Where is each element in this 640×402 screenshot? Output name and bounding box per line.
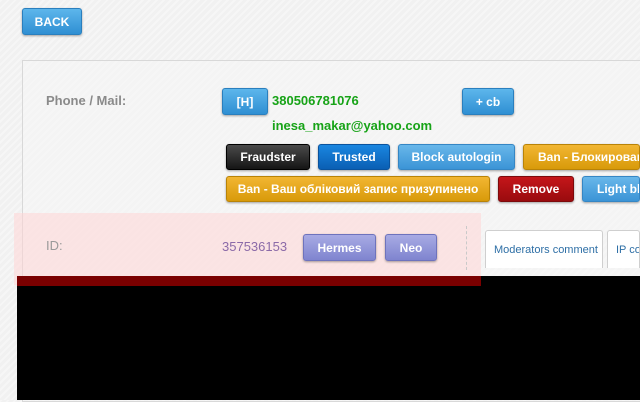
redacted-area: [17, 276, 640, 400]
h-button[interactable]: [H]: [222, 88, 268, 115]
phone-mail-label: Phone / Mail:: [46, 93, 127, 108]
back-button[interactable]: BACK: [22, 8, 82, 35]
tab-ip[interactable]: IP co: [607, 230, 640, 268]
tab-moderators-comment[interactable]: Moderators comment: [485, 230, 603, 268]
column-divider: [466, 226, 467, 270]
fraudster-button[interactable]: Fraudster: [226, 144, 310, 170]
add-cb-button[interactable]: + cb: [462, 88, 514, 115]
hermes-button[interactable]: Hermes: [303, 234, 376, 261]
id-value: 357536153: [222, 239, 288, 254]
phone-number: 380506781076: [272, 93, 359, 108]
red-strip: [17, 276, 481, 286]
trusted-button[interactable]: Trusted: [318, 144, 390, 170]
light-block-button[interactable]: Light bl: [582, 176, 640, 202]
block-autologin-button[interactable]: Block autologin: [398, 144, 515, 170]
email-address: inesa_makar@yahoo.com: [272, 118, 433, 133]
id-label: ID:: [46, 238, 63, 253]
ban-account-suspended-button[interactable]: Ban - Ваш обліковий запис призупинено: [226, 176, 490, 202]
neo-button[interactable]: Neo: [385, 234, 437, 261]
ban-blocked-button[interactable]: Ban - Блокирован: [523, 144, 640, 170]
remove-button[interactable]: Remove: [498, 176, 574, 202]
